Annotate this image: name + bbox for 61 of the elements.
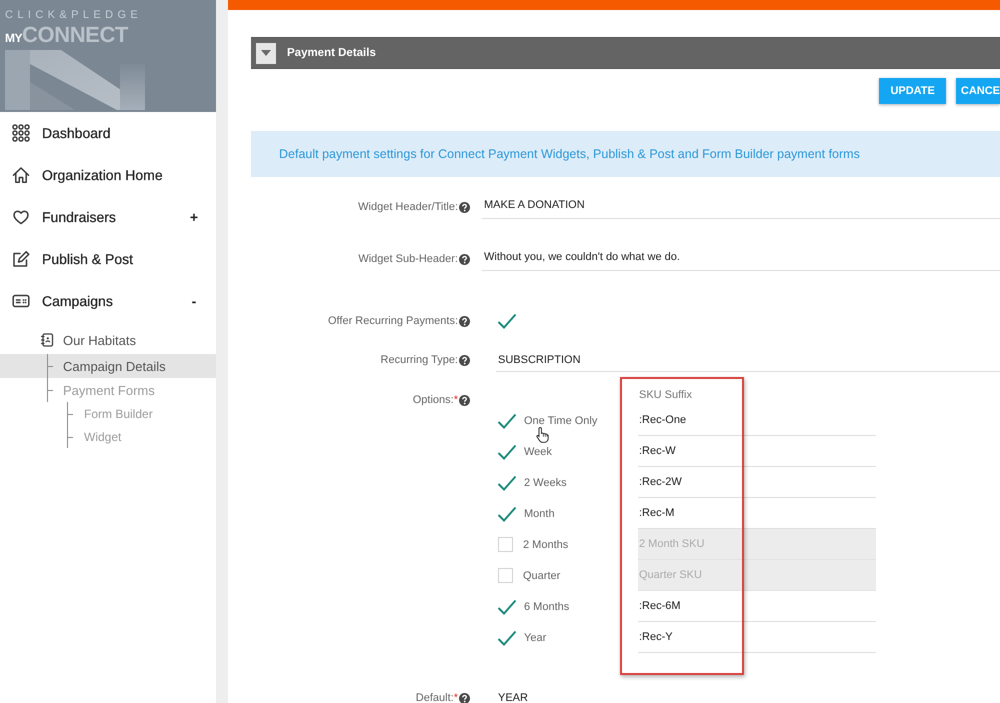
help-icon[interactable]	[459, 692, 470, 703]
option-label: 2 Weeks	[524, 476, 567, 488]
option-label: One Time Only	[524, 414, 598, 426]
option-label: Month	[524, 508, 555, 520]
help-icon[interactable]	[459, 394, 470, 406]
checkbox[interactable]	[497, 506, 517, 522]
checkbox[interactable]	[497, 313, 517, 329]
expand-toggle[interactable]: +	[188, 209, 200, 225]
notebook-icon	[40, 333, 54, 347]
field-label: Default:	[416, 692, 454, 703]
field-label: Widget Header/Title:	[358, 201, 458, 213]
info-banner: Default payment settings for Connect Payment Widgets, Publish & Post and Form Builder payment forms	[251, 131, 1000, 177]
sku-field[interactable]: :Rec-2W	[638, 467, 876, 498]
nav-item[interactable]: Publish & Post	[0, 238, 216, 280]
select-field[interactable]: SUBSCRIPTION	[496, 348, 1000, 372]
logo-brand-text: CLICK&PLEDGE	[5, 9, 142, 22]
field-label: Recurring Type:	[380, 354, 458, 366]
option-label: Week	[524, 446, 552, 458]
nav-item[interactable]: Campaigns	[0, 280, 188, 322]
tree-item[interactable]: Campaign Details	[0, 354, 216, 378]
checkbox[interactable]	[497, 474, 517, 490]
grid-icon	[12, 124, 30, 142]
field-label: Options:	[412, 394, 454, 406]
help-icon[interactable]	[459, 254, 470, 264]
hand-cursor-icon	[536, 427, 549, 443]
checkbox[interactable]	[497, 412, 517, 428]
option-label: Quarter	[523, 570, 560, 582]
edit-icon	[12, 250, 30, 268]
option-label: Year	[524, 632, 546, 644]
nav-item[interactable]: Fundraisers	[0, 196, 188, 238]
checkbox[interactable]	[497, 598, 517, 614]
heart-icon	[12, 208, 30, 226]
house-icon	[12, 166, 30, 184]
text-field[interactable]: MAKE A DONATION	[482, 195, 1000, 219]
column-header: SKU Suffix	[639, 389, 692, 401]
sku-field[interactable]: :Rec-Y	[638, 622, 876, 653]
select-field[interactable]: YEAR	[496, 686, 1000, 703]
nav-item[interactable]: Dashboard	[0, 112, 216, 154]
expand-toggle[interactable]: -	[188, 293, 200, 309]
checkbox[interactable]	[497, 444, 517, 460]
logo-prefix-text: MY	[5, 31, 22, 45]
nav-item[interactable]: Organization Home	[0, 154, 216, 196]
sku-field[interactable]: :Rec-6M	[638, 591, 876, 622]
collapse-toggle[interactable]	[256, 42, 276, 64]
panel-title: Payment Details	[287, 47, 376, 59]
sku-field[interactable]: :Rec-One	[638, 405, 876, 436]
required-mark: *	[454, 394, 458, 406]
text-field[interactable]: Without you, we couldn't do what we do.	[482, 247, 1000, 271]
tree-item[interactable]: Our Habitats	[0, 328, 216, 352]
help-icon[interactable]	[459, 316, 470, 326]
required-mark: *	[454, 692, 458, 703]
option-label: 2 Months	[523, 538, 568, 550]
id-card-icon	[12, 292, 30, 310]
option-label: 6 Months	[524, 600, 570, 612]
help-icon[interactable]	[459, 354, 470, 366]
field-label: Widget Sub-Header:	[358, 253, 458, 265]
field-label: Offer Recurring Payments:	[328, 315, 458, 327]
logo-wordmark: CONNECT	[22, 23, 128, 47]
checkbox[interactable]	[497, 630, 517, 646]
help-icon[interactable]	[459, 202, 470, 212]
sku-field[interactable]: :Rec-W	[638, 436, 876, 467]
